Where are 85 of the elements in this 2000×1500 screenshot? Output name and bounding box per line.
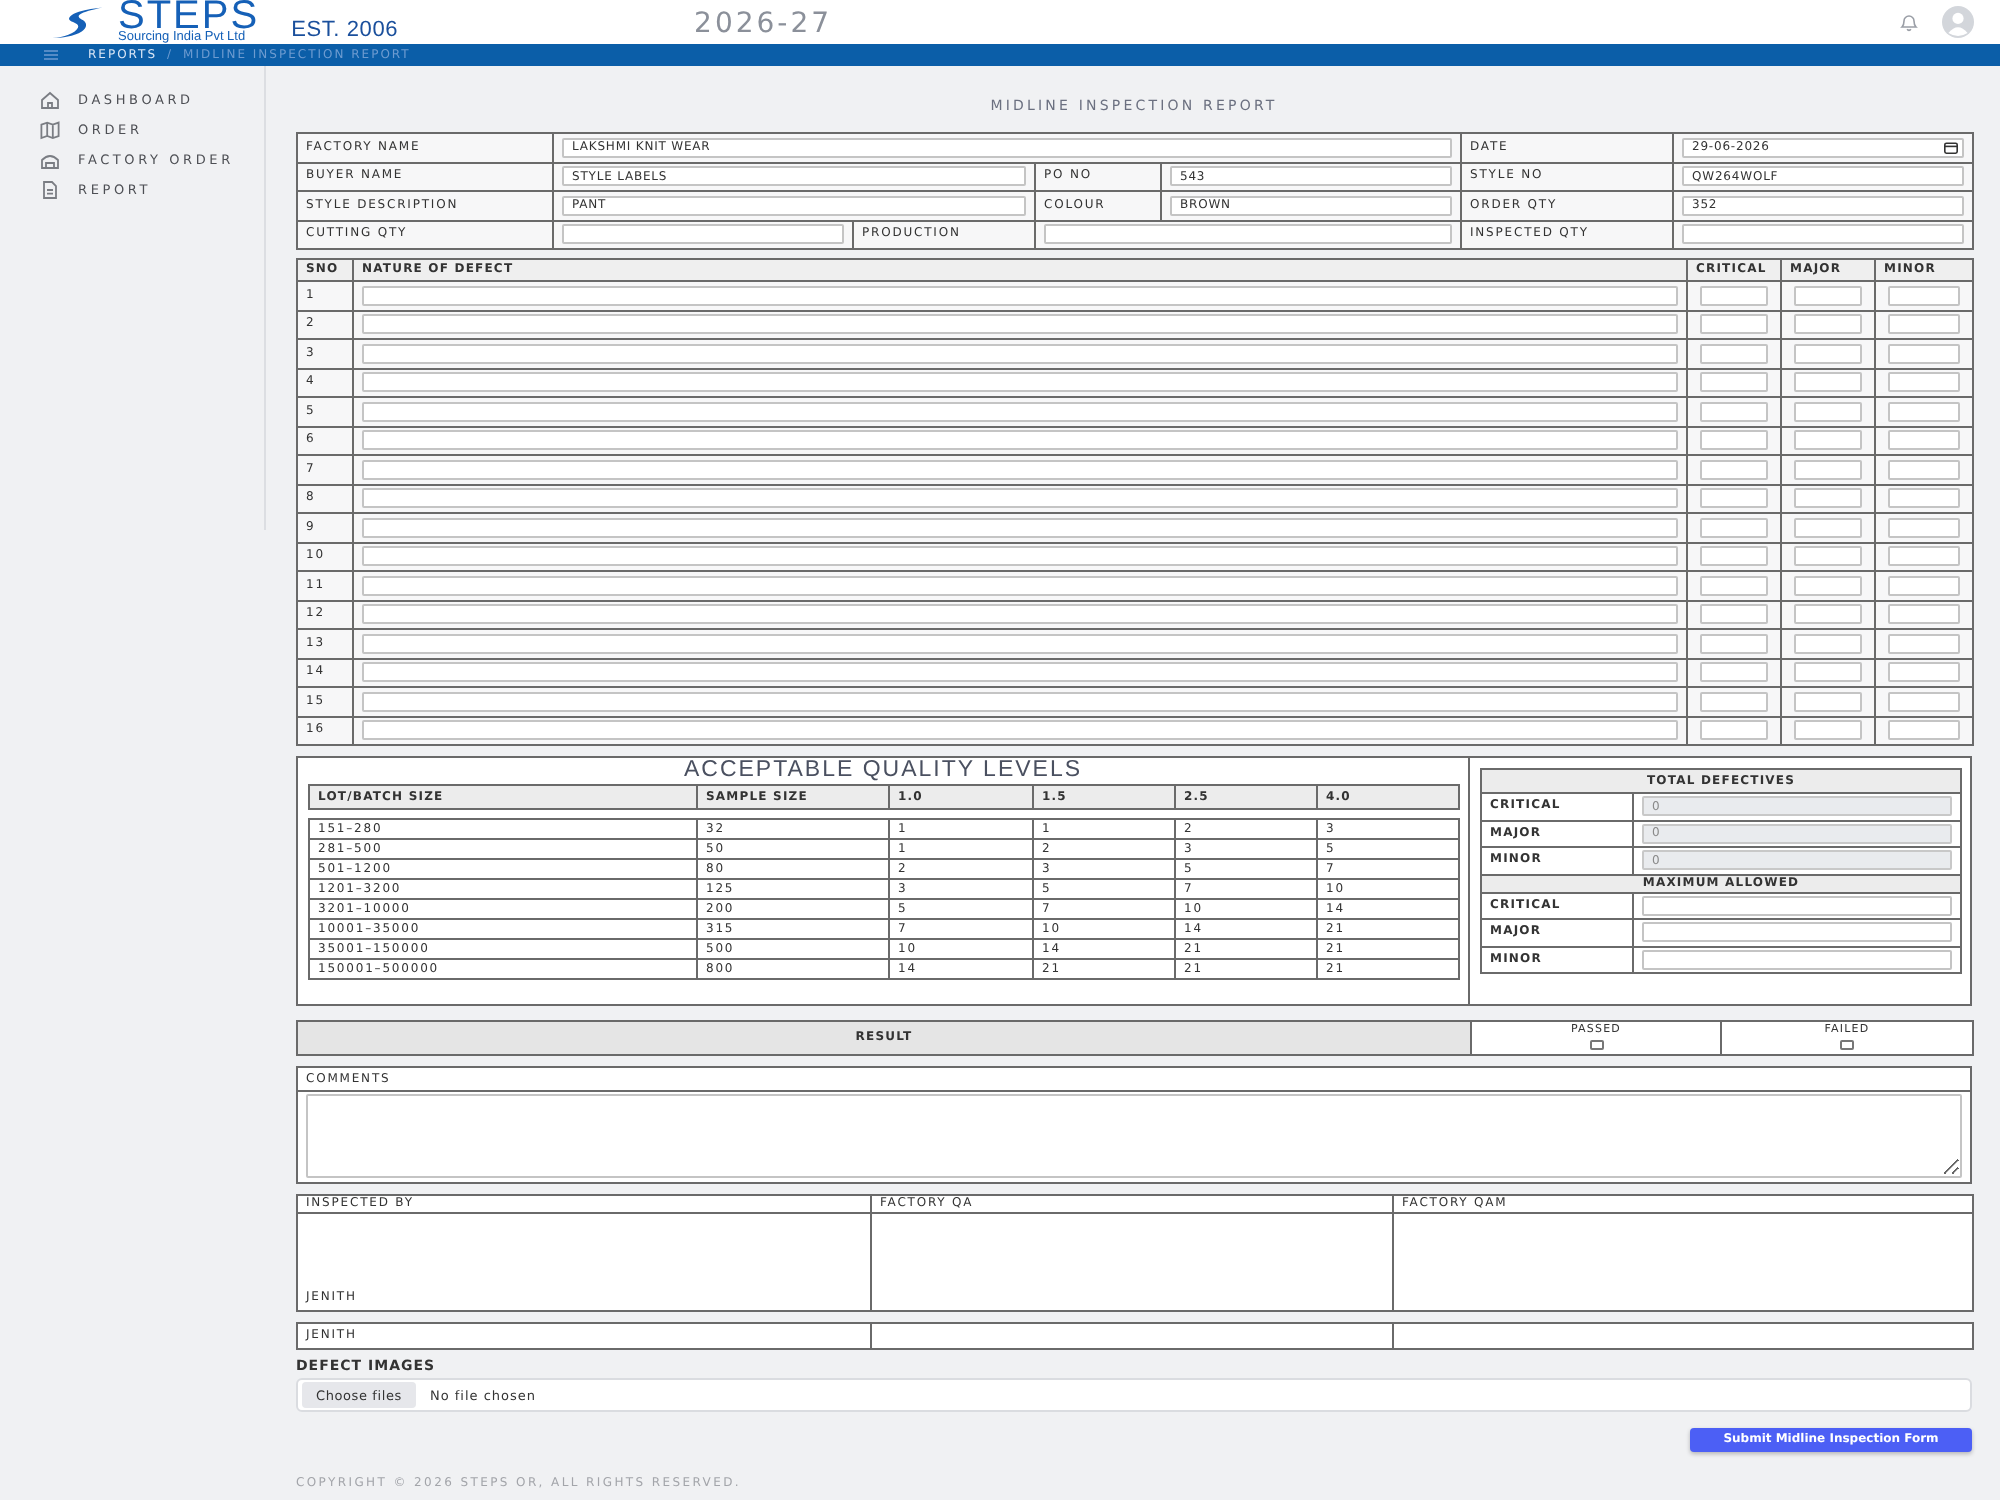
input-field[interactable]: [1888, 285, 1960, 306]
input-field[interactable]: [1794, 372, 1862, 393]
input-field[interactable]: [1888, 720, 1960, 741]
established-text: EST. 2006: [291, 18, 399, 42]
input-field[interactable]: [1794, 720, 1862, 741]
comments-field[interactable]: [306, 1094, 1962, 1178]
input-field[interactable]: [1794, 691, 1862, 712]
input-field[interactable]: [1700, 517, 1768, 538]
checkbox[interactable]: [1840, 1040, 1854, 1050]
input-field[interactable]: [1888, 575, 1960, 596]
input-field[interactable]: [1682, 224, 1964, 245]
input-field[interactable]: [362, 314, 1678, 335]
input-field[interactable]: [362, 633, 1678, 654]
input-field[interactable]: [1888, 517, 1960, 538]
input-field[interactable]: [1888, 314, 1960, 335]
input-field[interactable]: [1044, 224, 1452, 245]
input-field[interactable]: [562, 224, 844, 245]
input-field[interactable]: [362, 459, 1678, 480]
input-field[interactable]: [362, 720, 1678, 741]
avatar-icon[interactable]: [1942, 6, 1974, 38]
input-field[interactable]: [1794, 401, 1862, 422]
input-field[interactable]: [1642, 949, 1953, 970]
input-field[interactable]: [362, 401, 1678, 422]
input-field[interactable]: [1700, 633, 1768, 654]
input-field[interactable]: [1888, 343, 1960, 364]
input-field[interactable]: [1888, 459, 1960, 480]
input-field[interactable]: [1642, 922, 1953, 943]
input-field[interactable]: [1888, 691, 1960, 712]
aql-title: ACCEPTABLE QUALITY LEVELS: [683, 758, 1083, 784]
year-label: 2026-27: [694, 8, 833, 40]
input-field[interactable]: [362, 430, 1678, 451]
input-field[interactable]: [1700, 430, 1768, 451]
checkbox[interactable]: [1589, 1040, 1603, 1050]
input-field[interactable]: [1794, 314, 1862, 335]
input-field[interactable]: [362, 285, 1678, 306]
input-field[interactable]: [1794, 546, 1862, 567]
input-field[interactable]: [1700, 314, 1768, 335]
input-field[interactable]: [1794, 604, 1862, 625]
input-field[interactable]: [1700, 343, 1768, 364]
input-field[interactable]: [362, 372, 1678, 393]
input-field[interactable]: [362, 662, 1678, 683]
input-field[interactable]: [1794, 430, 1862, 451]
input-field[interactable]: [362, 517, 1678, 538]
input-field[interactable]: [362, 488, 1678, 509]
input-field[interactable]: [1794, 343, 1862, 364]
input-field[interactable]: [1700, 401, 1768, 422]
input-field[interactable]: [1700, 488, 1768, 509]
input-field[interactable]: [1700, 720, 1768, 741]
input-field[interactable]: [1642, 895, 1953, 916]
input-field[interactable]: [1888, 488, 1960, 509]
menu-icon[interactable]: [44, 50, 58, 60]
input-field[interactable]: [1700, 575, 1768, 596]
input-field[interactable]: [1888, 430, 1960, 451]
bell-icon[interactable]: [1900, 12, 1918, 32]
input-field[interactable]: [362, 575, 1678, 596]
input-field[interactable]: [1700, 604, 1768, 625]
input-field[interactable]: [1700, 459, 1768, 480]
input-field[interactable]: [362, 343, 1678, 364]
input-field[interactable]: [1888, 604, 1960, 625]
input-field[interactable]: [362, 691, 1678, 712]
home-icon: [40, 89, 60, 109]
input-field[interactable]: [1794, 459, 1862, 480]
input-field[interactable]: [1794, 517, 1862, 538]
input-field[interactable]: [1700, 372, 1768, 393]
document-icon: [40, 179, 60, 199]
map-icon: [40, 119, 60, 139]
brand-name: STEPS: [118, 0, 260, 32]
input-field[interactable]: [1794, 662, 1862, 683]
input-field[interactable]: [1794, 575, 1862, 596]
input-field[interactable]: [1794, 488, 1862, 509]
input-field[interactable]: [362, 604, 1678, 625]
input-field[interactable]: [362, 546, 1678, 567]
calendar-icon[interactable]: [1944, 141, 1958, 154]
input-field[interactable]: [1794, 285, 1862, 306]
input-field[interactable]: [1700, 285, 1768, 306]
input-field[interactable]: [1794, 633, 1862, 654]
input-field[interactable]: [1888, 662, 1960, 683]
input-field[interactable]: [1700, 546, 1768, 567]
building-icon: [40, 149, 60, 169]
input-field[interactable]: [1700, 691, 1768, 712]
input-field[interactable]: [1888, 633, 1960, 654]
input-field[interactable]: [1888, 546, 1960, 567]
input-field[interactable]: [1888, 401, 1960, 422]
input-field[interactable]: [1700, 662, 1768, 683]
input-field[interactable]: [1888, 372, 1960, 393]
